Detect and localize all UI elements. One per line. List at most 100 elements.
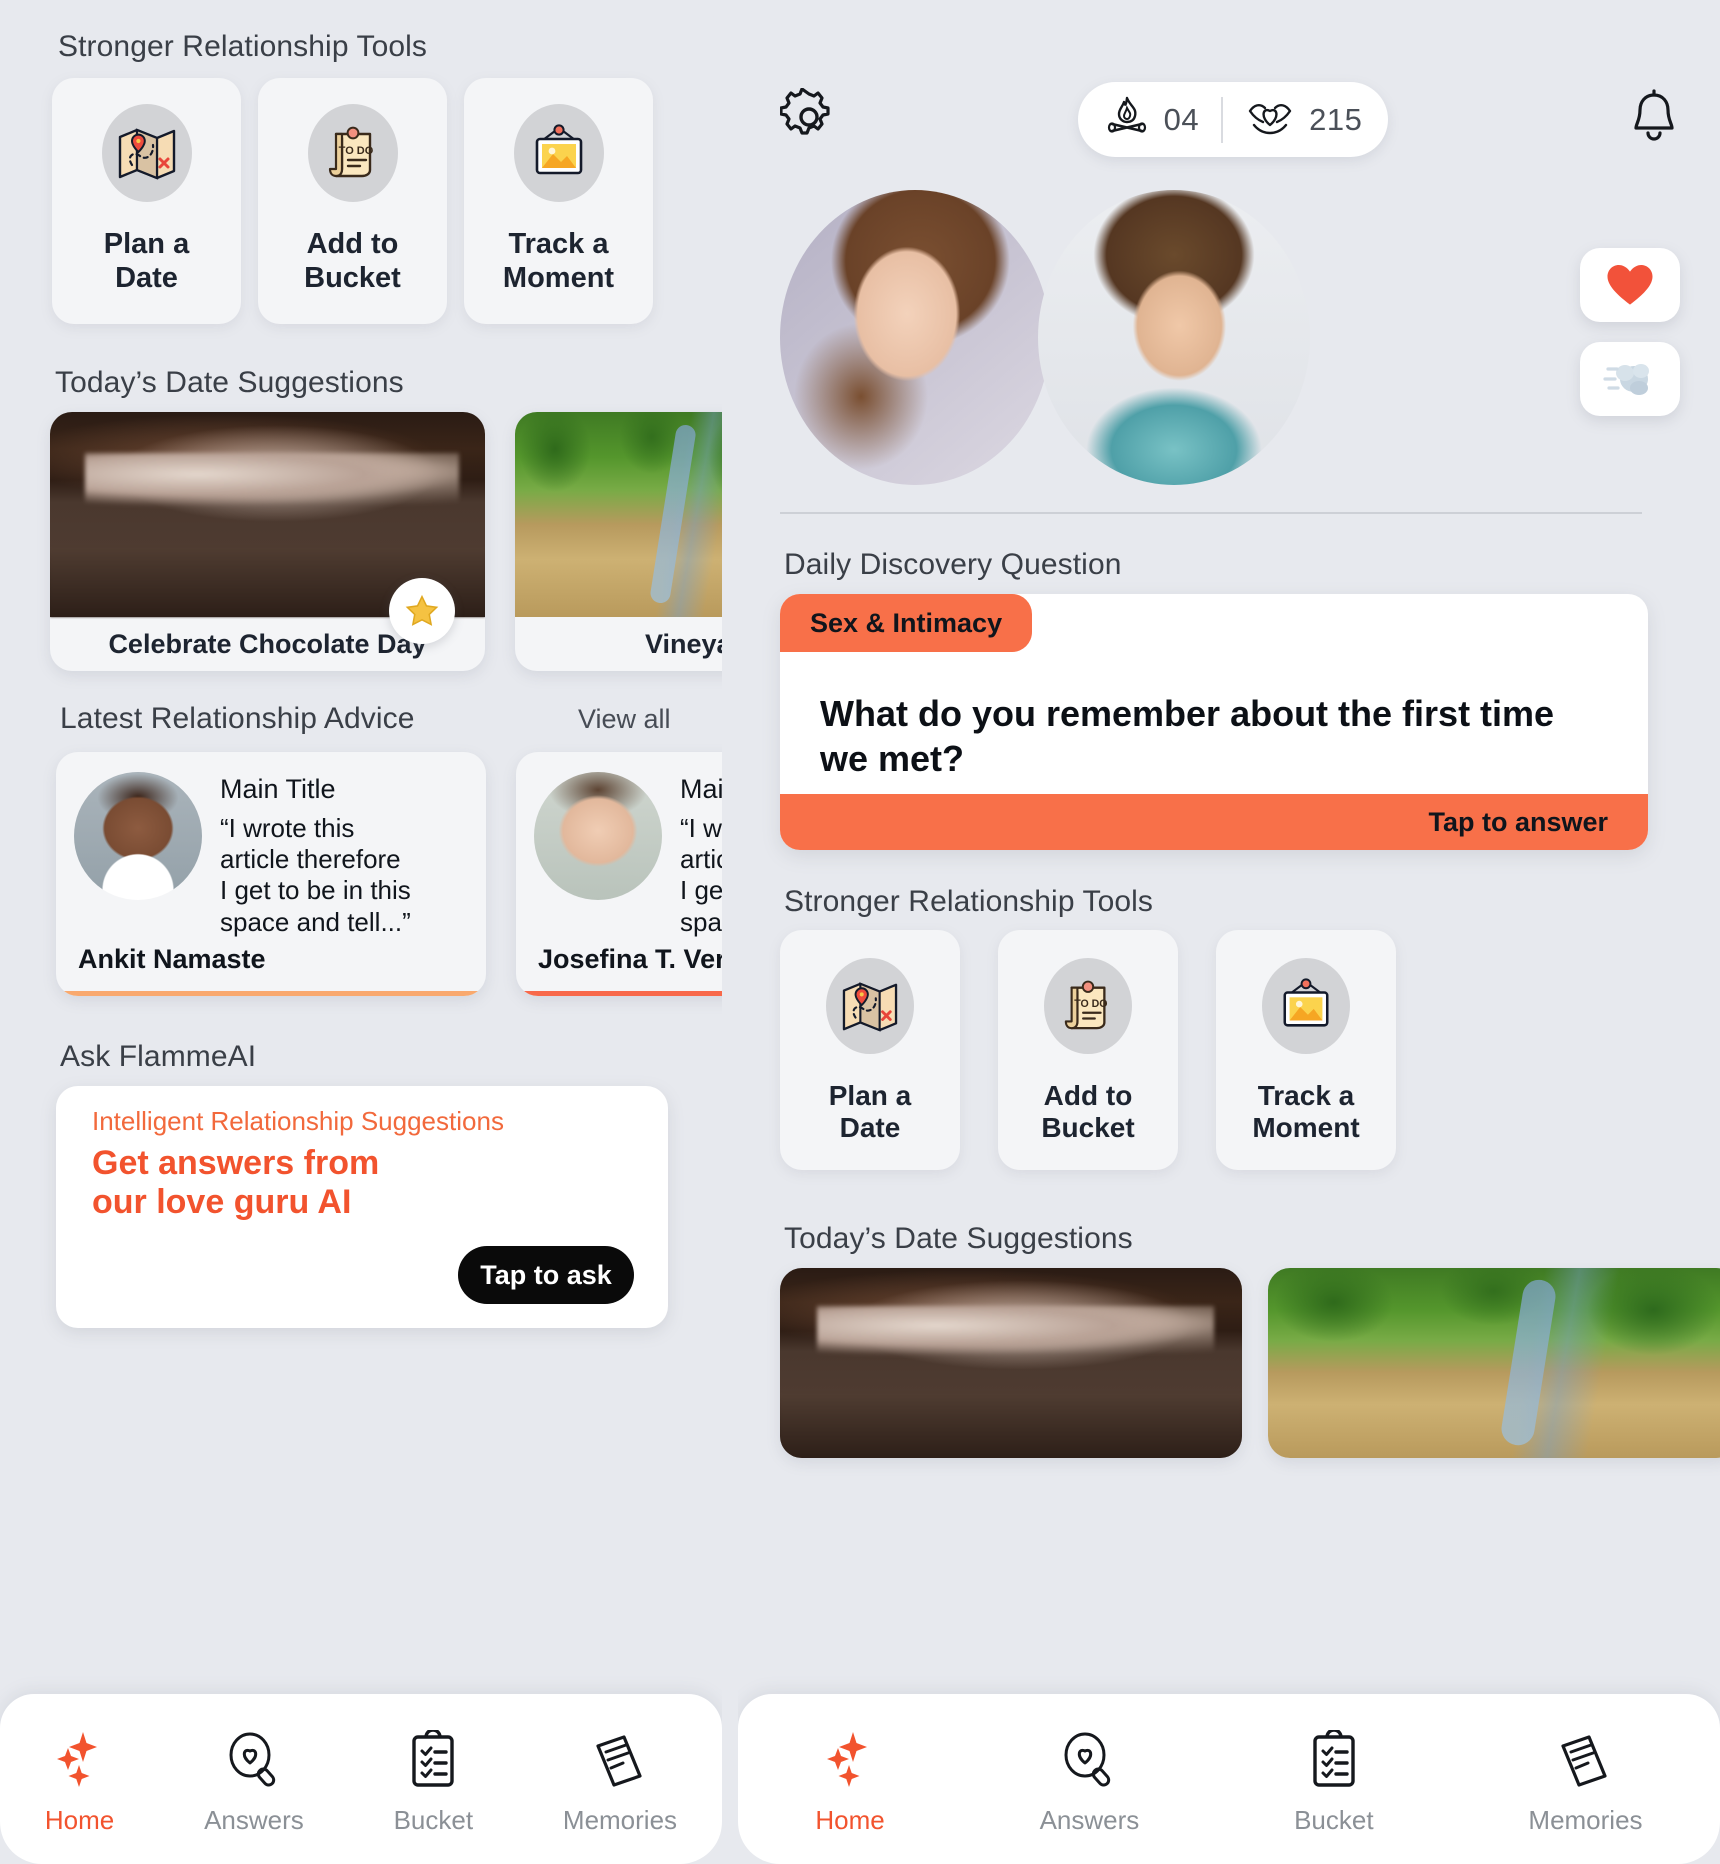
advice-card[interactable]: Main Title “I wrote this article therefo…	[56, 752, 486, 996]
dates-row-right	[780, 1268, 1720, 1458]
advice-category-tag: Communication & Conflict	[56, 990, 486, 996]
section-title-advice-left: Latest Relationship Advice	[60, 702, 415, 735]
sparkles-icon	[50, 1730, 110, 1795]
heart-icon[interactable]	[1580, 248, 1680, 322]
tool-card-plan-a-date[interactable]: Plan a Date	[52, 78, 241, 324]
stat-value: 215	[1309, 101, 1363, 137]
right-scroll-area[interactable]: 04 215 Daily Discovery Question Sex & In…	[738, 0, 1720, 1864]
date-card-chocolate[interactable]	[780, 1268, 1242, 1458]
tool-card-add-to-bucket[interactable]: TO DO Add to Bucket	[258, 78, 447, 324]
star-icon[interactable]	[389, 578, 455, 644]
advice-text-block: Main Title “I wrote this article therefo…	[220, 772, 411, 938]
heart-magnifier-icon	[224, 1730, 284, 1795]
date-card-chocolate[interactable]: Celebrate Chocolate Day	[50, 412, 485, 671]
tool-card-add-to-bucket[interactable]: TO DO Add to Bucket	[998, 930, 1178, 1170]
advice-text-block: Main Title “I wrote this article therefo…	[680, 772, 722, 938]
nav-label: Bucket	[393, 1805, 474, 1835]
nav-label: Home	[44, 1805, 115, 1835]
heart-magnifier-icon	[1059, 1730, 1119, 1795]
gear-icon[interactable]	[779, 87, 838, 151]
framed-photo-icon	[1262, 958, 1350, 1054]
tool-card-track-a-moment[interactable]: Track a Moment	[1216, 930, 1396, 1170]
advice-view-all-link[interactable]: View all	[578, 704, 671, 735]
nav-item-home[interactable]: Home	[815, 1730, 885, 1836]
advice-card-body: Main Title “I wrote this article therefo…	[56, 752, 486, 944]
tool-label: Track a Moment	[502, 228, 615, 294]
bottom-navigation-right: Home Answers Bucket Memories	[738, 1694, 1720, 1864]
svg-text:TO DO: TO DO	[338, 145, 373, 157]
advice-category-tag: Sex & Intimacy	[516, 990, 722, 996]
question-text: What do you remember about the first tim…	[820, 693, 1555, 779]
date-card-vineyard[interactable]: Vineyard Tour	[515, 412, 722, 671]
nav-label: Home	[815, 1805, 885, 1835]
map-icon	[101, 104, 192, 202]
nav-label: Answers	[1039, 1805, 1140, 1835]
vineyard-photo	[515, 412, 722, 617]
section-title-dates-right: Today’s Date Suggestions	[784, 1222, 1133, 1255]
clipboard-check-icon	[1306, 1728, 1362, 1795]
tool-card-track-a-moment[interactable]: Track a Moment	[464, 78, 653, 324]
nav-item-bucket[interactable]: Bucket	[393, 1728, 474, 1836]
nav-label: Memories	[562, 1805, 678, 1835]
ask-flammeai-card[interactable]: Intelligent Relationship Suggestions Get…	[56, 1086, 668, 1328]
pill-divider	[1221, 96, 1224, 143]
nav-item-home[interactable]: Home	[45, 1730, 114, 1836]
sparkles-icon	[820, 1730, 880, 1795]
stat-streak: 04	[1104, 94, 1199, 145]
nav-item-answers[interactable]: Answers	[1039, 1730, 1140, 1836]
section-title-daily-question: Daily Discovery Question	[784, 548, 1122, 581]
notes-icon	[1555, 1730, 1615, 1795]
nav-item-memories[interactable]: Memories	[563, 1730, 677, 1836]
todo-list-icon: TO DO	[1044, 958, 1132, 1054]
nav-label: Bucket	[1294, 1805, 1374, 1835]
clipboard-check-icon	[405, 1728, 461, 1795]
campfire-icon	[1104, 94, 1150, 145]
advice-quote: “I wrote this article therefore I get to…	[220, 813, 411, 937]
bell-icon[interactable]	[1628, 89, 1680, 150]
tool-label: Add to Bucket	[1041, 1080, 1135, 1144]
map-icon	[826, 958, 914, 1054]
female-author-avatar	[534, 772, 662, 900]
advice-title: Main Title	[680, 774, 722, 804]
tools-row-right: Plan a Date TO DO Add to Bucket Track a …	[780, 930, 1396, 1170]
hands-heart-icon	[1245, 95, 1295, 144]
advice-author: Ankit Namaste	[78, 943, 266, 974]
nav-label: Memories	[1528, 1805, 1643, 1835]
couple-avatars	[738, 190, 1720, 490]
dust-cloud-icon[interactable]	[1580, 342, 1680, 416]
section-title-ask-ai: Ask FlammeAI	[60, 1040, 257, 1073]
advice-quote: “I wrote this article therefore I get to…	[680, 813, 722, 937]
section-divider	[780, 512, 1642, 514]
tool-label: Plan a Date	[103, 228, 190, 294]
nav-item-answers[interactable]: Answers	[204, 1730, 304, 1836]
bottom-navigation-left: Home Answers Bucket Memories	[0, 1694, 722, 1864]
advice-card-body: Main Title “I wrote this article therefo…	[516, 752, 722, 944]
partner-one-avatar[interactable]	[780, 190, 1050, 485]
screenshot-stage: Stronger Relationship Tools Plan a Date …	[0, 0, 1720, 1864]
tap-to-answer-button[interactable]: Tap to answer	[780, 794, 1648, 850]
todo-list-icon: TO DO	[307, 104, 398, 202]
nav-item-memories[interactable]: Memories	[1528, 1730, 1643, 1836]
tap-to-ask-button[interactable]: Tap to ask	[458, 1246, 634, 1304]
svg-text:TO DO: TO DO	[1074, 998, 1107, 1010]
notes-icon	[590, 1730, 650, 1795]
tool-card-plan-a-date[interactable]: Plan a Date	[780, 930, 960, 1170]
chocolate-bar-photo	[780, 1268, 1242, 1458]
nav-item-bucket[interactable]: Bucket	[1294, 1728, 1374, 1836]
daily-question-card[interactable]: Sex & Intimacy What do you remember abou…	[780, 594, 1648, 850]
partner-two-avatar[interactable]	[1038, 190, 1310, 485]
stats-pill[interactable]: 04 215	[1077, 82, 1389, 157]
advice-card[interactable]: Main Title “I wrote this article therefo…	[516, 752, 722, 996]
left-scroll-area[interactable]: Stronger Relationship Tools Plan a Date …	[0, 0, 722, 1864]
tool-label: Add to Bucket	[304, 228, 401, 294]
tool-label: Track a Moment	[1252, 1080, 1360, 1144]
left-phone-screen: Stronger Relationship Tools Plan a Date …	[0, 0, 722, 1864]
advice-title: Main Title	[220, 774, 336, 804]
top-bar: 04 215	[779, 82, 1680, 157]
dates-row-left: Celebrate Chocolate Day Vineyard Tour	[50, 412, 722, 671]
advice-row-left: Main Title “I wrote this article therefo…	[56, 752, 722, 996]
stat-value: 04	[1163, 101, 1200, 137]
ai-card-headline: Get answers from our love guru AI	[92, 1144, 380, 1222]
date-card-vineyard[interactable]	[1268, 1268, 1720, 1458]
section-title-tools-left: Stronger Relationship Tools	[58, 30, 428, 63]
